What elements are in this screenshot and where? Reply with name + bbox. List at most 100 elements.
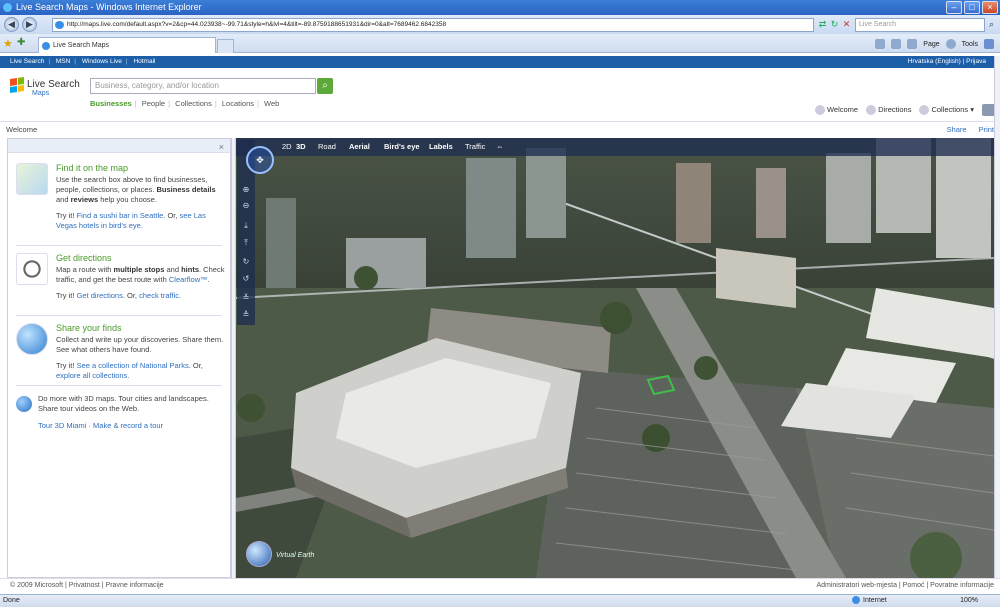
- rotate-left-icon[interactable]: ↺: [240, 273, 252, 285]
- toplink-msn[interactable]: MSN: [56, 58, 70, 65]
- favorites-star-icon[interactable]: ★: [3, 37, 13, 50]
- altitude-down-icon[interactable]: ≙: [240, 309, 252, 321]
- home-icon[interactable]: [875, 39, 886, 49]
- search-go-button[interactable]: ⌕: [317, 78, 333, 94]
- rotate-right-icon[interactable]: ↻: [240, 256, 252, 268]
- forward-button[interactable]: ▶: [22, 17, 37, 32]
- toplink-hotmail[interactable]: Hotmail: [133, 58, 155, 65]
- style-road-button[interactable]: Road: [318, 138, 336, 156]
- traffic-toggle[interactable]: Traffic: [465, 138, 485, 156]
- welcome-link[interactable]: Welcome: [814, 105, 858, 115]
- refresh-icon[interactable]: ↻: [829, 19, 840, 30]
- check-traffic-link[interactable]: check traffic.: [139, 291, 181, 300]
- welcome-bar: Welcome Share Print: [0, 121, 1000, 136]
- view-3d-button[interactable]: 3D: [296, 138, 306, 156]
- tab-bar: ★ ✚ Live Search Maps Page Tools: [0, 34, 1000, 53]
- stop-icon[interactable]: ✕: [841, 19, 852, 30]
- tools-menu[interactable]: Tools: [962, 41, 978, 48]
- map-search-input[interactable]: Business, category, and/or location: [90, 78, 316, 94]
- welcome-panel: × Find it on the map Use the search box …: [7, 138, 231, 578]
- explore-collections-link[interactable]: explore all collections.: [56, 371, 129, 380]
- zoom-level[interactable]: 100%: [960, 595, 978, 607]
- collections-menu[interactable]: Collections ▾: [919, 105, 974, 115]
- footer-right[interactable]: Administratori web-mjesta | Pomoć | Povr…: [816, 579, 994, 593]
- clearflow-link[interactable]: Clearflow™: [169, 275, 208, 284]
- url-field[interactable]: http://maps.live.com/default.aspx?v=2&cp…: [52, 18, 814, 32]
- tab-live-search-maps[interactable]: Live Search Maps: [38, 37, 216, 53]
- print-link[interactable]: Print: [979, 125, 994, 134]
- window-controls: – □ ×: [946, 1, 998, 14]
- scope-web[interactable]: Web: [264, 99, 279, 108]
- page-actions: Welcome Directions Collections ▾: [814, 104, 998, 116]
- address-bar: ◀ ▶ http://maps.live.com/default.aspx?v=…: [0, 15, 1000, 34]
- map-brand: Virtual Earth: [276, 552, 315, 559]
- directions-link[interactable]: Directions: [866, 105, 911, 115]
- tilt-down-icon[interactable]: ⤓: [240, 220, 252, 232]
- toplink-live-search[interactable]: Live Search: [10, 58, 44, 65]
- zoom-out-icon[interactable]: ⊖: [240, 200, 252, 212]
- minimize-button[interactable]: –: [946, 1, 962, 14]
- style-aerial-button[interactable]: Aerial: [349, 138, 370, 156]
- ie-search-input[interactable]: Live Search: [855, 18, 985, 32]
- steering-wheel-icon: [16, 253, 48, 285]
- national-parks-link[interactable]: See a collection of National Parks: [77, 361, 189, 370]
- share-heading: Share your finds: [56, 323, 122, 333]
- map-pin-icon: [16, 163, 48, 195]
- add-favorites-icon[interactable]: ✚: [17, 37, 25, 48]
- style-birdseye-button[interactable]: Bird's eye: [384, 138, 420, 156]
- status-bar: Done Internet 100%: [0, 594, 1000, 607]
- windows-flag-icon: [10, 77, 24, 93]
- divider: [16, 315, 222, 316]
- scope-locations[interactable]: Locations: [222, 99, 254, 108]
- globe-zone-icon: [852, 596, 860, 605]
- compat-icon[interactable]: ⇄: [817, 19, 828, 30]
- print-icon[interactable]: [907, 39, 918, 49]
- ie-icon: [3, 3, 12, 12]
- security-zone[interactable]: Internet: [852, 595, 887, 607]
- get-directions-link[interactable]: Get directions: [77, 291, 123, 300]
- back-button[interactable]: ◀: [4, 17, 19, 32]
- zoom-in-icon[interactable]: ⊕: [240, 184, 252, 196]
- view-2d-button[interactable]: 2D: [282, 138, 292, 156]
- close-button[interactable]: ×: [982, 1, 998, 14]
- toplink-windows-live[interactable]: Windows Live: [82, 58, 122, 65]
- footer-left[interactable]: © 2009 Microsoft | Privatnost | Pravne i…: [10, 582, 164, 589]
- share-link[interactable]: Share: [947, 125, 967, 134]
- feeds-icon[interactable]: [891, 39, 902, 49]
- region-signin[interactable]: Hrvatska (English) | Prijava: [908, 56, 986, 68]
- labels-toggle[interactable]: Labels: [429, 138, 453, 156]
- page-menu[interactable]: Page: [923, 41, 939, 48]
- altitude-up-icon[interactable]: ≚: [240, 292, 252, 304]
- magnifier-icon: ⌕: [322, 80, 328, 91]
- find-heading: Find it on the map: [56, 163, 129, 173]
- sushi-seattle-link[interactable]: Find a sushi bar in Seattle: [77, 211, 164, 220]
- close-panel-icon[interactable]: ×: [219, 142, 224, 152]
- record-tour-link[interactable]: Make & record a tour: [93, 421, 163, 430]
- logo-text: Live Search: [27, 79, 80, 90]
- tilt-up-icon[interactable]: ⤒: [240, 237, 252, 249]
- logo-subtext: Maps: [32, 90, 50, 97]
- scope-people[interactable]: People: [142, 99, 165, 108]
- welcome-icon: [814, 105, 825, 115]
- page-scrollbar[interactable]: [994, 56, 1000, 578]
- window-title: Live Search Maps - Windows Internet Expl…: [16, 2, 202, 12]
- virtual-earth-icon: [16, 396, 32, 412]
- status-text: Done: [3, 597, 20, 604]
- divider: [16, 245, 222, 246]
- map-view[interactable]: [236, 138, 994, 578]
- globe-icon: [16, 323, 48, 355]
- new-tab-button[interactable]: [217, 39, 234, 53]
- live-search-logo[interactable]: Live Search Maps: [10, 76, 90, 102]
- maximize-button[interactable]: □: [964, 1, 980, 14]
- panel-header: [8, 139, 230, 153]
- aerial-3d-imagery: [236, 138, 994, 578]
- compass-icon[interactable]: ✥: [246, 146, 274, 174]
- tab-title: Live Search Maps: [53, 42, 110, 49]
- scope-collections[interactable]: Collections: [175, 99, 212, 108]
- scope-businesses[interactable]: Businesses: [90, 99, 132, 108]
- tour-miami-link[interactable]: Tour 3D Miami: [38, 421, 86, 430]
- page-icon: [55, 21, 64, 29]
- help-icon[interactable]: [984, 39, 994, 49]
- search-icon[interactable]: ⌕: [986, 19, 997, 30]
- toolbar-collapse-icon[interactable]: ⇔: [496, 138, 504, 156]
